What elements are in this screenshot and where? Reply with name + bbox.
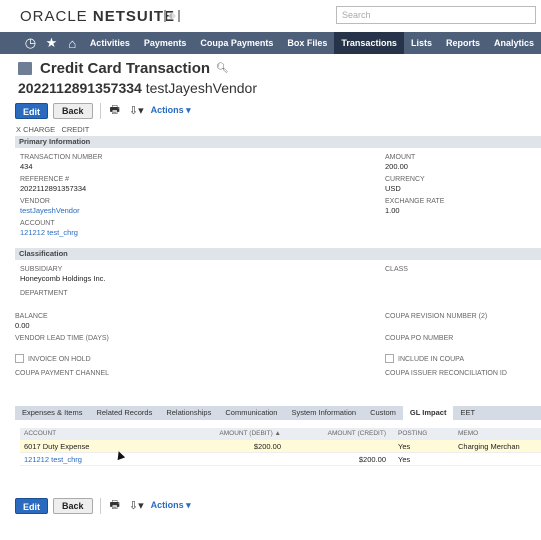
subsidiary-label: SUBSIDIARY [20,266,63,273]
class-label: CLASS [385,266,408,273]
status-line: X CHARGE CREDIT [16,125,90,134]
reference-label: REFERENCE # [20,176,70,183]
print-icon[interactable]: 🖶︎ [108,101,122,120]
exchange-rate-value: 1.00 [385,206,400,215]
record-number: 2022112891357334 [18,80,142,96]
tab-related-records[interactable]: Related Records [89,406,159,420]
include-in-coupa-label: INCLUDE IN COUPA [398,356,464,363]
department-label: DEPARTMENT [20,290,68,297]
row-posting: Yes [398,442,411,451]
tab-expenses-items[interactable]: Expenses & Items [15,406,89,420]
subsidiary-value: Honeycomb Holdings Inc. [20,274,106,283]
row-account: 6017 Duty Expense [24,442,90,451]
tab-eet[interactable]: EET [453,406,482,420]
edit-button[interactable]: Edit [15,102,48,119]
row-memo: Charging Merchan [458,442,520,451]
column-memo[interactable]: MEMO [450,428,541,440]
nav-reports[interactable]: Reports [439,32,487,54]
row-memo [450,453,541,465]
app-header: ORACLE NETSUITE Search [0,0,541,32]
table-header: ACCOUNT AMOUNT (DEBIT) ▲ AMOUNT (CREDIT)… [20,428,541,440]
print-icon[interactable]: 🖶︎ [108,496,122,515]
back-button-bottom[interactable]: Back [53,497,93,514]
nav-analytics[interactable]: Analytics [487,32,541,54]
row-posting: Yes [398,455,411,464]
toolbar-divider [99,102,101,119]
search-icon[interactable]: 🔍︎ [216,63,229,74]
column-amount-debit[interactable]: AMOUNT (DEBIT) ▲ [190,428,285,440]
record-vendor-name: testJayeshVendor [145,80,257,96]
global-search-input[interactable]: Search [336,6,536,24]
download-icon[interactable]: ⇩▾ [127,104,146,117]
classification-header[interactable]: Classification [15,248,541,260]
account-center-icon[interactable] [158,8,186,24]
vendor-lead-time-label: VENDOR LEAD TIME (DAYS) [15,335,109,342]
nav-box-files[interactable]: Box Files [280,32,334,54]
tab-system-information[interactable]: System Information [284,406,363,420]
oracle-netsuite-logo[interactable]: ORACLE NETSUITE [20,8,175,25]
home-icon[interactable]: ⌂ [62,32,83,54]
nav-activities[interactable]: Activities [83,32,137,54]
invoice-on-hold-checkbox[interactable] [15,354,24,363]
vendor-label: VENDOR [20,198,50,205]
reference-value: 2022112891357334 [20,184,87,193]
bottom-toolbar: Edit Back 🖶︎ ⇩▾ Actions ▾ [15,496,191,515]
record-subtitle: 2022112891357334 testJayeshVendor [18,80,257,96]
column-account[interactable]: ACCOUNT [20,428,190,440]
exchange-rate-label: EXCHANGE RATE [385,198,445,205]
title-bar: Credit Card Transaction 🔍︎ [18,60,229,77]
invoice-on-hold-label: INVOICE ON HOLD [28,356,91,363]
row-debit: $200.00 [253,442,281,451]
include-in-coupa-checkbox[interactable] [385,354,394,363]
vendor-link[interactable]: testJayeshVendor [20,206,80,215]
row-credit: $200.00 [358,455,386,464]
transaction-number-value: 434 [20,162,33,171]
back-button[interactable]: Back [53,102,93,119]
toolbar-divider [99,497,101,514]
subtab-bar: Expenses & Items Related Records Relatio… [15,406,541,420]
table-row[interactable]: 6017 Duty Expense $200.00 Yes Charging M… [20,440,541,453]
tab-communication[interactable]: Communication [218,406,284,420]
amount-value: 200.00 [385,162,408,171]
row-debit [190,453,285,465]
star-icon[interactable]: ★ [41,32,62,54]
table-row[interactable]: 121212 test_chrg $200.00 Yes [20,453,541,466]
top-toolbar: Edit Back 🖶︎ ⇩▾ Actions ▾ [15,101,191,120]
column-posting[interactable]: POSTING [390,428,450,440]
coupa-revision-label: COUPA REVISION NUMBER (2) [385,313,488,320]
coupa-po-number-label: COUPA PO NUMBER [385,335,454,342]
actions-menu-bottom[interactable]: Actions ▾ [151,500,191,511]
row-account-link[interactable]: 121212 test_chrg [20,453,190,465]
nav-coupa-payments[interactable]: Coupa Payments [193,32,280,54]
tab-custom[interactable]: Custom [363,406,403,420]
primary-information-header[interactable]: Primary Information [15,136,541,148]
transaction-icon [18,62,32,75]
gl-impact-table: ACCOUNT AMOUNT (DEBIT) ▲ AMOUNT (CREDIT)… [20,428,541,466]
nav-transactions[interactable]: Transactions [334,32,404,54]
edit-button-bottom[interactable]: Edit [15,497,48,514]
actions-menu[interactable]: Actions ▾ [151,105,191,116]
account-link[interactable]: 121212 test_chrg [20,228,78,237]
page-title: Credit Card Transaction [40,60,211,77]
main-navbar: ◷ ★ ⌂ Activities Payments Coupa Payments… [0,32,541,54]
column-amount-credit[interactable]: AMOUNT (CREDIT) [285,428,390,440]
nav-lists[interactable]: Lists [404,32,439,54]
tab-relationships[interactable]: Relationships [159,406,218,420]
account-label: ACCOUNT [20,220,55,227]
row-credit [285,440,390,452]
coupa-payment-channel-label: COUPA PAYMENT CHANNEL [15,370,110,377]
coupa-issuer-reconciliation-label: COUPA ISSUER RECONCILIATION ID [385,370,507,377]
currency-value: USD [385,184,401,193]
balance-value: 0.00 [15,321,30,330]
currency-label: CURRENCY [385,176,425,183]
recent-icon[interactable]: ◷ [20,32,41,54]
amount-label: AMOUNT [385,154,416,161]
balance-label: BALANCE [15,313,48,320]
tab-gl-impact[interactable]: GL Impact [402,406,454,420]
download-icon[interactable]: ⇩▾ [127,499,146,512]
nav-payments[interactable]: Payments [137,32,194,54]
transaction-number-label: TRANSACTION NUMBER [20,154,103,161]
